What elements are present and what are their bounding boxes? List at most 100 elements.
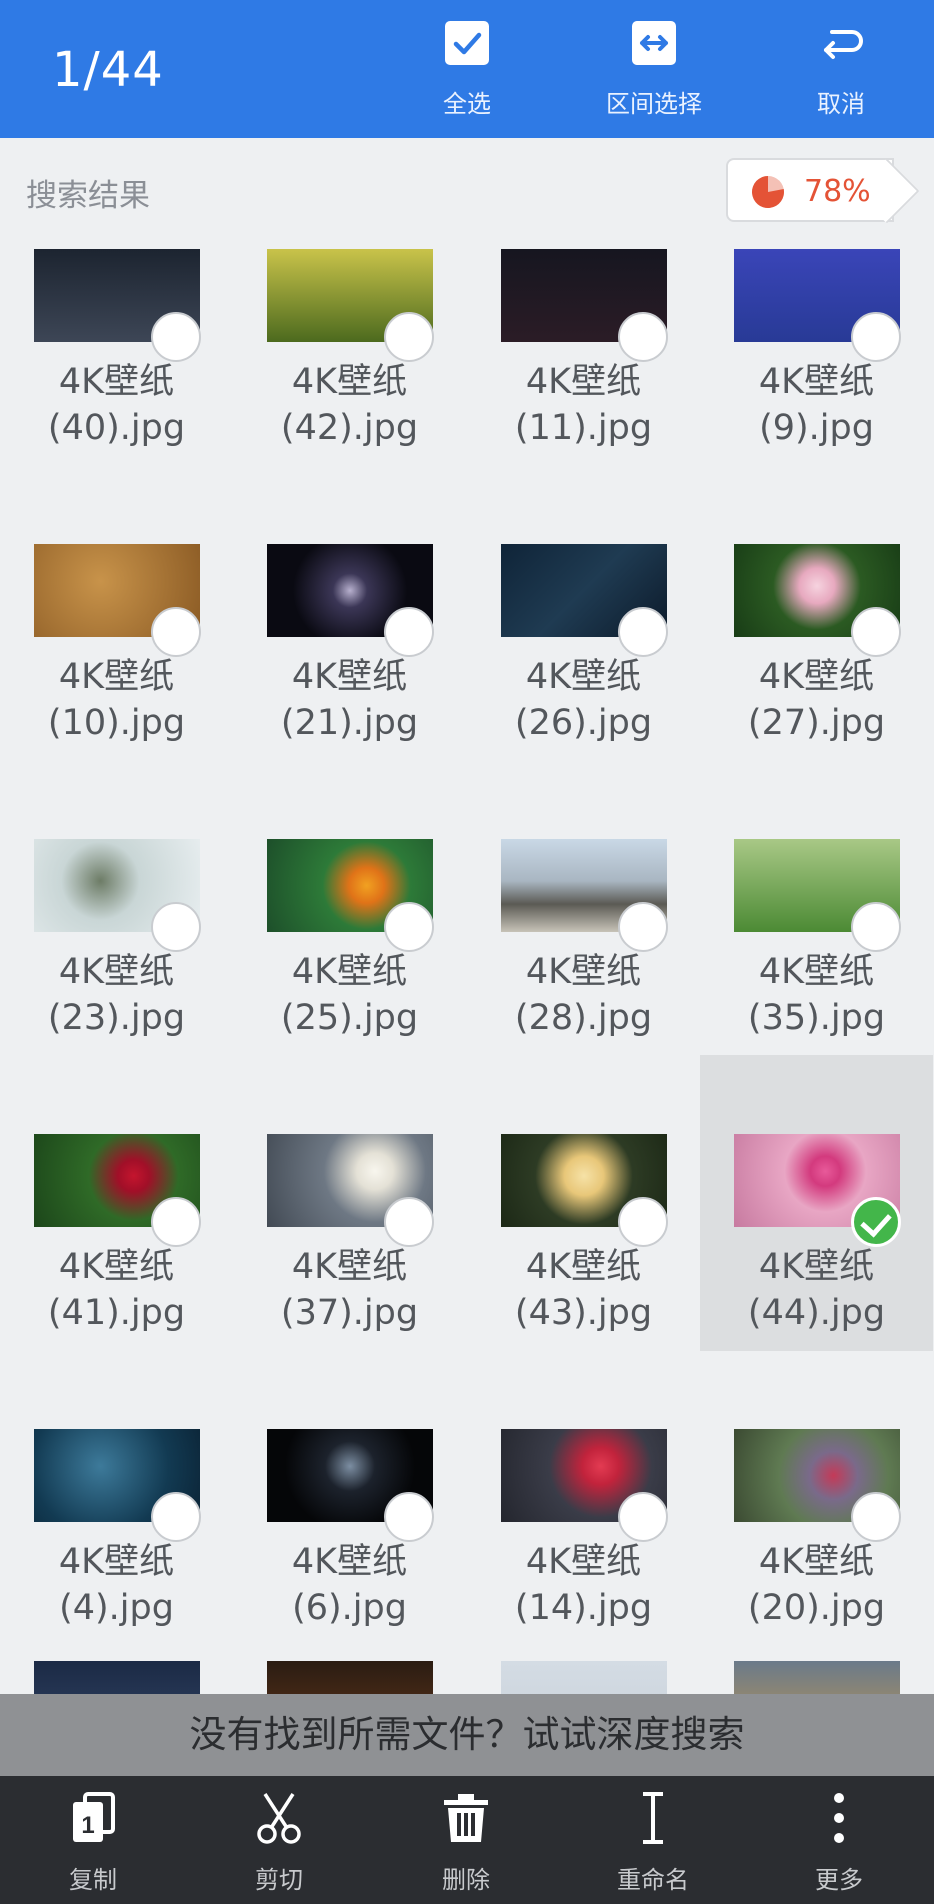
more-button[interactable]: 更多: [746, 1776, 932, 1904]
select-checkbox[interactable]: [618, 1492, 668, 1542]
select-checkbox[interactable]: [384, 902, 434, 952]
selection-header: 1/44 全选 区间选择 取消: [0, 0, 934, 138]
file-name-line1: 4K壁纸: [58, 1542, 175, 1582]
select-checkbox[interactable]: [384, 607, 434, 657]
select-checkbox[interactable]: [851, 312, 901, 362]
file-name-line1: 4K壁纸: [291, 1247, 408, 1287]
select-checkbox[interactable]: [384, 1492, 434, 1542]
delete-button[interactable]: 删除: [373, 1776, 559, 1904]
selection-count: 1/44: [52, 42, 164, 98]
file-name-line1: 4K壁纸: [525, 1542, 642, 1582]
file-name: 4K壁纸 (27).jpg: [700, 654, 933, 746]
select-checkbox[interactable]: [151, 1492, 201, 1542]
file-name: 4K壁纸 (37).jpg: [233, 1244, 466, 1336]
file-name-line1: 4K壁纸: [758, 1247, 875, 1287]
file-name-line2: (14).jpg: [514, 1588, 653, 1628]
file-name-line2: (11).jpg: [514, 408, 653, 448]
file-name-line1: 4K壁纸: [58, 362, 175, 402]
storage-percent: 78%: [804, 174, 871, 209]
select-checkbox[interactable]: [151, 902, 201, 952]
file-grid-item[interactable]: 4K壁纸 (21).jpg: [233, 465, 466, 761]
file-name-line2: (41).jpg: [47, 1293, 186, 1333]
trash-icon: [444, 1794, 488, 1842]
file-grid-item[interactable]: 4K壁纸 (9).jpg: [700, 236, 933, 466]
file-name-line1: 4K壁纸: [291, 657, 408, 697]
file-name: 4K壁纸 (21).jpg: [233, 654, 466, 746]
file-name: 4K壁纸 (6).jpg: [233, 1539, 466, 1631]
file-grid-item[interactable]: 4K壁纸 (4).jpg: [0, 1350, 233, 1646]
file-name-line1: 4K壁纸: [58, 657, 175, 697]
select-checkbox[interactable]: [151, 312, 201, 362]
file-name: 4K壁纸 (10).jpg: [0, 654, 233, 746]
select-checkbox[interactable]: [151, 1197, 201, 1247]
file-grid-item[interactable]: 4K壁纸 (27).jpg: [700, 465, 933, 761]
file-name: 4K壁纸 (9).jpg: [700, 359, 933, 451]
select-checkbox[interactable]: [384, 312, 434, 362]
file-grid-item[interactable]: 4K壁纸 (25).jpg: [233, 760, 466, 1056]
file-name-line2: (40).jpg: [47, 408, 186, 448]
file-name-line2: (4).jpg: [59, 1588, 174, 1628]
file-name-line2: (28).jpg: [514, 998, 653, 1038]
file-name-line2: (37).jpg: [280, 1293, 419, 1333]
file-grid-item[interactable]: 4K壁纸 (43).jpg: [467, 1055, 700, 1351]
range-select-button[interactable]: 区间选择: [579, 0, 729, 138]
file-name: 4K壁纸 (25).jpg: [233, 949, 466, 1041]
file-name-line2: (6).jpg: [292, 1588, 407, 1628]
rename-label: 重命名: [617, 1866, 689, 1894]
rename-button[interactable]: 重命名: [560, 1776, 746, 1904]
file-grid-item[interactable]: 4K壁纸 (23).jpg: [0, 760, 233, 1056]
search-results-title: 搜索结果: [26, 178, 150, 214]
select-checkbox[interactable]: [618, 902, 668, 952]
file-name-line1: 4K壁纸: [525, 952, 642, 992]
select-checkbox[interactable]: [618, 607, 668, 657]
file-name-line1: 4K壁纸: [525, 362, 642, 402]
file-name: 4K壁纸 (11).jpg: [467, 359, 700, 451]
file-name-line2: (9).jpg: [759, 408, 874, 448]
file-grid-item[interactable]: 4K壁纸 (28).jpg: [467, 760, 700, 1056]
file-grid-item[interactable]: 4K壁纸 (6).jpg: [233, 1350, 466, 1646]
file-grid-item[interactable]: 4K壁纸 (41).jpg: [0, 1055, 233, 1351]
select-checkbox[interactable]: [151, 607, 201, 657]
select-all-button[interactable]: 全选: [392, 0, 542, 138]
file-grid-item[interactable]: 4K壁纸 (42).jpg: [233, 236, 466, 466]
file-grid-item[interactable]: 4K壁纸 (14).jpg: [467, 1350, 700, 1646]
scissors-icon: [257, 1793, 301, 1844]
selected-check-icon[interactable]: [851, 1197, 901, 1247]
file-name-line1: 4K壁纸: [758, 1542, 875, 1582]
file-name: 4K壁纸 (40).jpg: [0, 359, 233, 451]
file-grid-item[interactable]: 4K壁纸 (37).jpg: [233, 1055, 466, 1351]
file-grid-item[interactable]: 4K壁纸 (10).jpg: [0, 465, 233, 761]
file-name-line1: 4K壁纸: [758, 362, 875, 402]
file-name-line2: (23).jpg: [47, 998, 186, 1038]
cancel-label: 取消: [817, 90, 865, 118]
file-name: 4K壁纸 (28).jpg: [467, 949, 700, 1041]
copy-label: 复制: [69, 1866, 117, 1894]
file-grid-item[interactable]: 4K壁纸 (26).jpg: [467, 465, 700, 761]
file-grid-item[interactable]: 4K壁纸 (20).jpg: [700, 1350, 933, 1646]
file-name: 4K壁纸 (41).jpg: [0, 1244, 233, 1336]
select-checkbox[interactable]: [851, 607, 901, 657]
file-name-line2: (43).jpg: [514, 1293, 653, 1333]
file-grid-item[interactable]: 4K壁纸 (35).jpg: [700, 760, 933, 1056]
cut-button[interactable]: 剪切: [186, 1776, 372, 1904]
deep-search-banner[interactable]: 没有找到所需文件？试试深度搜索: [0, 1694, 934, 1776]
file-name: 4K壁纸 (44).jpg: [700, 1244, 933, 1336]
cut-label: 剪切: [255, 1866, 303, 1894]
storage-usage-badge[interactable]: 78%: [726, 158, 894, 222]
file-grid-item[interactable]: 4K壁纸 (44).jpg: [700, 1055, 933, 1351]
image-thumbnail: [267, 1661, 433, 1694]
file-name-line1: 4K壁纸: [525, 1247, 642, 1287]
cancel-button[interactable]: 取消: [766, 0, 916, 138]
select-checkbox[interactable]: [618, 312, 668, 362]
copy-button[interactable]: 1 复制: [0, 1776, 186, 1904]
select-checkbox[interactable]: [618, 1197, 668, 1247]
svg-text:1: 1: [81, 1812, 94, 1839]
file-grid-item[interactable]: 4K壁纸 (40).jpg: [0, 236, 233, 466]
file-name-line1: 4K壁纸: [525, 657, 642, 697]
select-checkbox[interactable]: [851, 1492, 901, 1542]
select-checkbox[interactable]: [851, 902, 901, 952]
file-grid-item[interactable]: 4K壁纸 (11).jpg: [467, 236, 700, 466]
select-checkbox[interactable]: [384, 1197, 434, 1247]
text-cursor-icon: [643, 1792, 663, 1844]
image-thumbnail: [501, 1661, 667, 1694]
